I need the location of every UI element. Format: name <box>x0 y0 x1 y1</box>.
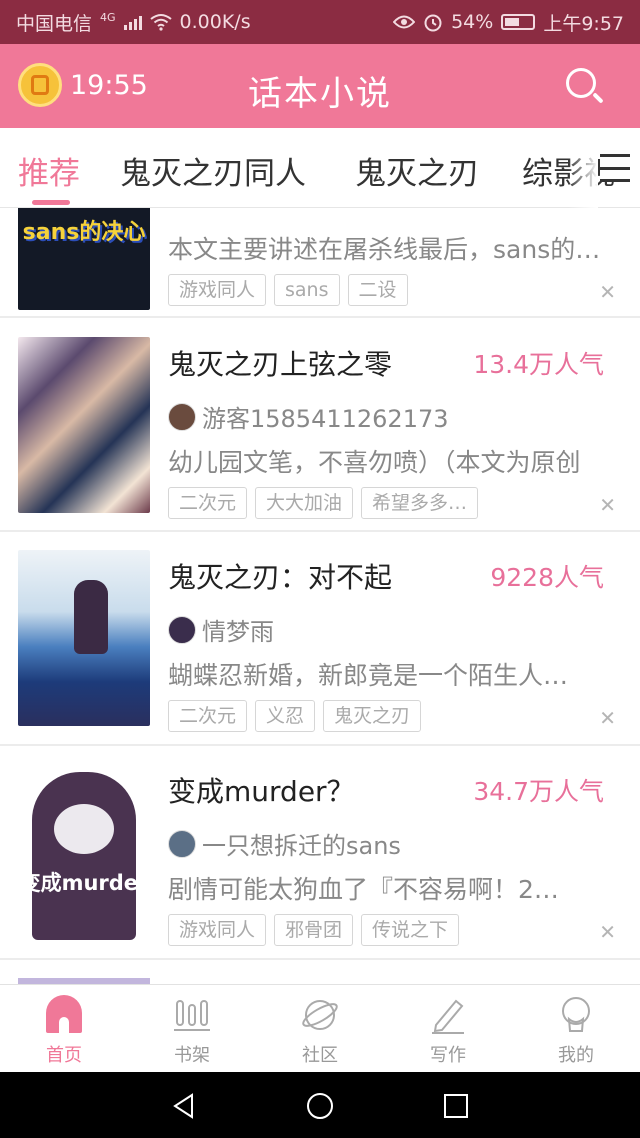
story-tag[interactable]: 游戏同人 <box>168 274 267 306</box>
nav-label: 写作 <box>430 1045 466 1066</box>
story-title: 鬼灭之刃上弦之零 <box>168 348 393 381</box>
category-tabs: 推荐 鬼灭之刃同人 鬼灭之刃 综影视 <box>0 128 640 208</box>
tab-kimetsu-fan[interactable]: 鬼灭之刃同人 <box>120 148 306 193</box>
nav-label: 我的 <box>558 1045 594 1066</box>
story-tag[interactable]: 邪骨团 <box>274 914 354 946</box>
story-cover <box>18 337 150 513</box>
author-name[interactable]: 游客1585411262173 <box>202 399 449 434</box>
home-circle-icon[interactable] <box>306 1092 334 1120</box>
story-desc: 剧情可能太狗血了『不容易啊！2… <box>168 875 559 904</box>
carrier-label: 中国电信 <box>16 12 93 35</box>
author-name[interactable]: 一只想拆迁的sans <box>202 826 401 861</box>
story-popularity: 34.7万人气 <box>473 777 604 806</box>
status-bar: 中国电信 4G 0.00K/s 54% 上午9:57 <box>0 0 640 44</box>
story-desc: 蝴蝶忍新婚，新郎竟是一个陌生人… <box>168 661 569 690</box>
pencil-icon <box>428 995 468 1035</box>
story-cover: 变成murder <box>18 764 150 940</box>
alarm-status-icon <box>424 14 442 32</box>
story-title: 鬼灭之刃：对不起 <box>168 561 393 594</box>
nav-label: 书架 <box>174 1045 210 1066</box>
app-header: 19:55 话本小说 <box>0 44 640 128</box>
tab-recommend[interactable]: 推荐 <box>18 148 80 193</box>
nav-label: 首页 <box>46 1045 82 1066</box>
network-type: 4G <box>100 10 116 24</box>
back-icon[interactable] <box>170 1092 198 1120</box>
nav-label: 社区 <box>302 1045 338 1066</box>
story-tag[interactable]: sans <box>274 274 340 306</box>
planet-icon <box>300 995 340 1035</box>
story-card[interactable]: 变成murder 变成murder？ 34.7万人气 一只想拆迁的sans 剧情… <box>0 746 640 960</box>
menu-icon[interactable] <box>600 154 630 182</box>
tab-kimetsu[interactable]: 鬼灭之刃 <box>355 148 479 193</box>
eye-icon <box>393 15 416 29</box>
signal-icon <box>123 14 142 30</box>
dismiss-button[interactable]: ✕ <box>599 280 616 304</box>
story-tag[interactable]: 二次元 <box>168 700 248 732</box>
story-desc: 本文主要讲述在屠杀线最后，sans的决心 <box>168 235 624 264</box>
nav-profile[interactable]: 我的 <box>512 985 640 1072</box>
story-tag[interactable]: 传说之下 <box>361 914 460 946</box>
story-feed[interactable]: sans的决心 本文主要讲述在屠杀线最后，sans的决心 游戏同人 sans 二… <box>0 208 640 984</box>
battery-percent: 54% <box>451 11 494 33</box>
cover-title: 变成murder <box>19 871 149 895</box>
nav-bookshelf[interactable]: 书架 <box>128 985 256 1072</box>
home-icon <box>44 995 84 1035</box>
search-icon[interactable] <box>564 66 604 106</box>
system-nav-bar <box>0 1072 640 1138</box>
dismiss-button[interactable]: ✕ <box>599 493 616 517</box>
bookshelf-icon <box>172 995 212 1035</box>
net-speed: 0.00K/s <box>179 11 251 33</box>
tab-indicator <box>32 200 70 205</box>
wifi-icon <box>149 14 172 31</box>
story-tag[interactable]: 义忍 <box>255 700 316 732</box>
story-card[interactable]: 鬼灭之刃上弦之零 13.4万人气 游客1585411262173 幼儿园文笔，不… <box>0 319 640 532</box>
app-title: 话本小说 <box>248 74 392 114</box>
avatar <box>168 402 196 431</box>
nav-write[interactable]: 写作 <box>384 985 512 1072</box>
story-tag[interactable]: 希望多多… <box>361 487 479 519</box>
story-desc: 幼儿园文笔，不喜勿喷）（本文为原创 <box>168 448 581 477</box>
profile-icon <box>556 995 596 1035</box>
avatar <box>168 615 196 644</box>
cover-title: sans的决心 <box>22 220 146 245</box>
story-cover <box>18 550 150 726</box>
nav-home[interactable]: 首页 <box>0 985 128 1072</box>
author-name[interactable]: 情梦雨 <box>202 612 274 647</box>
story-popularity: 9228人气 <box>490 563 604 592</box>
clock: 上午9:57 <box>543 12 624 35</box>
story-card[interactable]: 鬼灭之刃：对不起 9228人气 情梦雨 蝴蝶忍新婚，新郎竟是一个陌生人… 二次元… <box>0 532 640 746</box>
story-popularity: 13.4万人气 <box>473 350 604 379</box>
story-tag[interactable]: 大大加油 <box>255 487 354 519</box>
avatar <box>168 829 196 858</box>
battery-icon <box>501 14 536 30</box>
story-title: 变成murder？ <box>168 775 355 808</box>
story-tag[interactable]: 二次元 <box>168 487 248 519</box>
story-tag[interactable]: 游戏同人 <box>168 914 267 946</box>
recents-icon[interactable] <box>442 1092 470 1120</box>
story-card[interactable]: sans的决心 本文主要讲述在屠杀线最后，sans的决心 游戏同人 sans 二… <box>0 208 640 318</box>
story-tag[interactable]: 鬼灭之刃 <box>323 700 422 732</box>
dismiss-button[interactable]: ✕ <box>599 920 616 944</box>
dismiss-button[interactable]: ✕ <box>599 706 616 730</box>
bottom-nav: 首页 书架 社区 写作 我的 <box>0 984 640 1072</box>
story-cover: sans的决心 <box>18 208 150 310</box>
nav-community[interactable]: 社区 <box>256 985 384 1072</box>
story-tag[interactable]: 二设 <box>347 274 408 306</box>
